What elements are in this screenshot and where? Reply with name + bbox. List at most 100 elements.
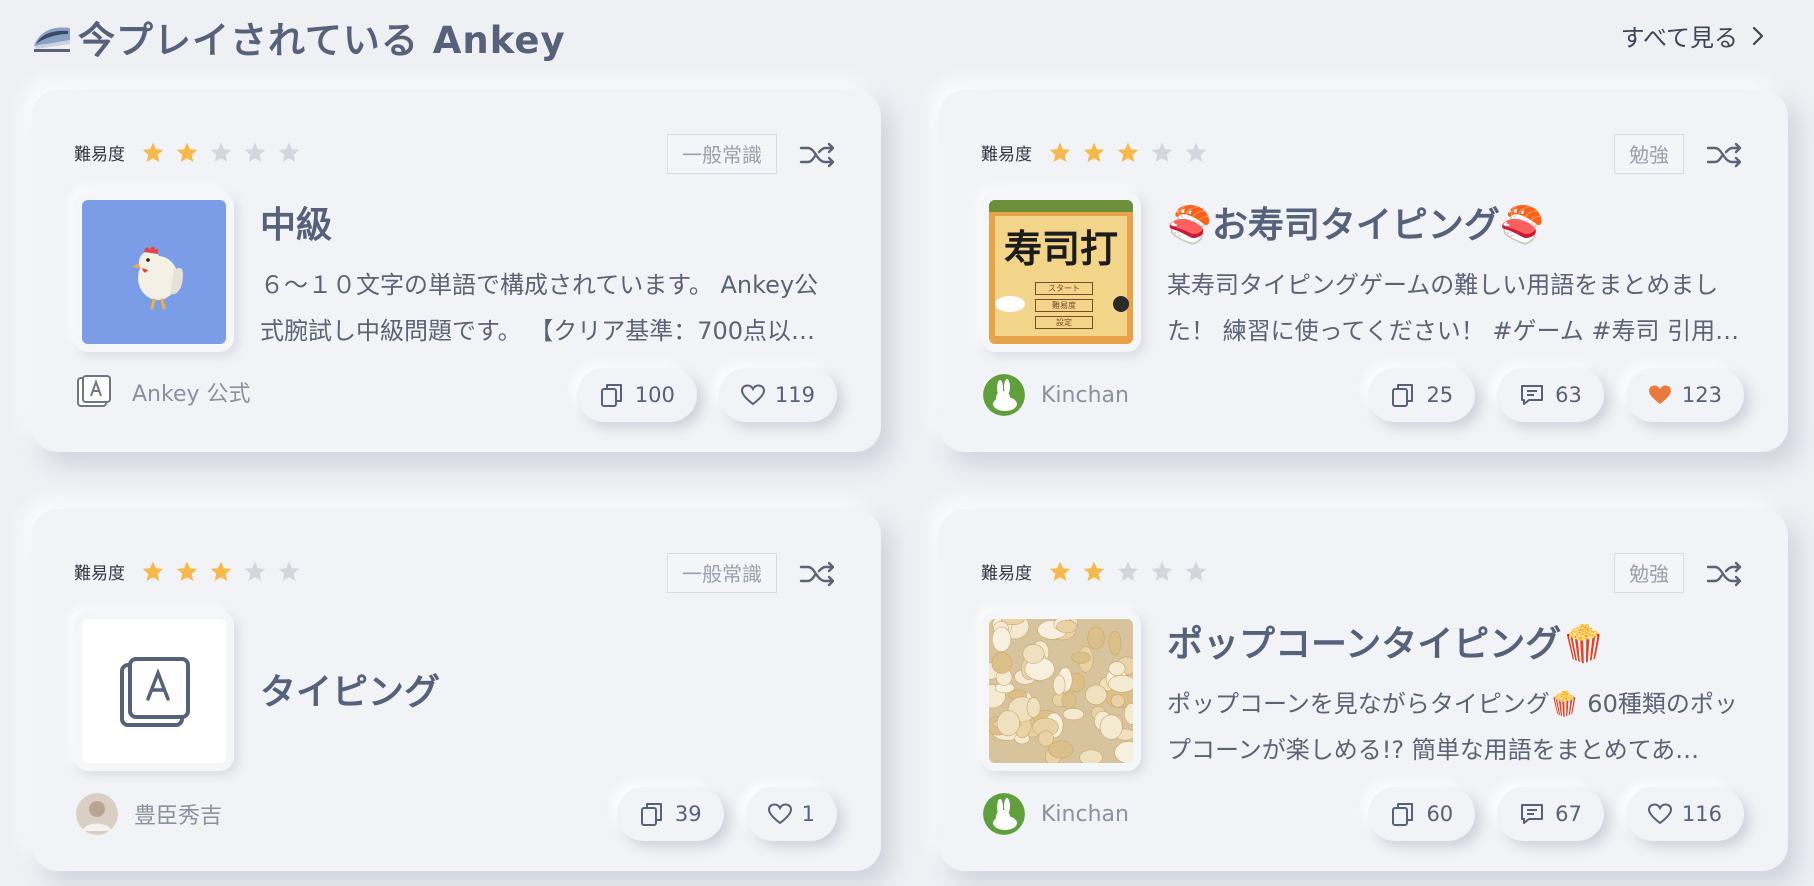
star-filled-icon	[142, 142, 164, 162]
comment-icon	[1521, 385, 1544, 405]
deck-thumbnail[interactable]	[74, 611, 234, 771]
rabbit-avatar-icon	[983, 793, 1025, 835]
shuffle-icon[interactable]	[1706, 140, 1744, 170]
thumb-top-band	[989, 200, 1133, 212]
stat-pills: 39 1	[595, 787, 837, 841]
deck-title[interactable]: 中級	[260, 196, 332, 248]
like-count: 1	[801, 802, 815, 826]
difficulty-stars	[141, 560, 311, 584]
deck-thumbnail[interactable]	[74, 192, 234, 352]
category-tag[interactable]: 勉強	[1614, 553, 1684, 593]
star-empty-icon	[1185, 142, 1207, 162]
stat-pills: 25 63 123	[1346, 368, 1744, 422]
shuffle-icon[interactable]	[1706, 559, 1744, 589]
author[interactable]: 豊臣秀吉	[76, 793, 222, 835]
copy-icon	[1392, 803, 1414, 826]
difficulty-stars	[1048, 141, 1218, 165]
shuffle-icon[interactable]	[799, 559, 837, 589]
category-tag[interactable]: 一般常識	[667, 553, 777, 593]
difficulty: 難易度	[981, 140, 1218, 165]
train-icon	[34, 27, 70, 52]
star-filled-icon	[1083, 561, 1105, 581]
copy-icon	[600, 384, 622, 407]
star-empty-icon	[1185, 561, 1207, 581]
deck-title[interactable]: ポップコーンタイピング🍿	[1167, 615, 1606, 667]
star-filled-icon	[142, 561, 164, 581]
comment-button[interactable]: 67	[1497, 787, 1604, 841]
section-header: 今プレイされている Ankey すべて見る	[32, 0, 1782, 68]
deck-card[interactable]: 難易度 勉強 ポップコーンタイピング🍿 ポップコーンを見ながらタイピング🍿 60…	[939, 509, 1788, 871]
comment-icon	[1521, 804, 1544, 824]
copy-count: 100	[634, 383, 675, 407]
copy-count-button[interactable]: 100	[576, 368, 697, 422]
deck-thumbnail[interactable]	[981, 611, 1141, 771]
author-name: Kinchan	[1041, 382, 1129, 408]
copy-count-button[interactable]: 39	[616, 787, 724, 841]
like-button[interactable]: 116	[1625, 787, 1744, 841]
see-all-label: すべて見る	[1620, 24, 1738, 52]
difficulty: 難易度	[981, 559, 1218, 584]
deck-card[interactable]: 難易度 一般常識 タイピング 豊臣秀吉 39 1	[32, 509, 881, 871]
star-filled-icon	[176, 142, 198, 162]
heart-icon	[1647, 803, 1672, 825]
like-count: 119	[774, 383, 815, 407]
copy-icon	[1392, 384, 1414, 407]
deck-card[interactable]: 難易度 勉強 寿司打 スタート 難易度 設定 🍣お寿司タイピング🍣 某寿司タイピ…	[939, 90, 1788, 452]
difficulty: 難易度	[74, 559, 311, 584]
avatar	[983, 793, 1025, 835]
author[interactable]: Kinchan	[983, 793, 1129, 835]
difficulty-stars	[141, 141, 311, 165]
comment-count: 67	[1555, 802, 1582, 826]
star-filled-icon	[176, 561, 198, 581]
difficulty-label: 難易度	[74, 564, 125, 584]
deck-thumbnail[interactable]: 寿司打 スタート 難易度 設定	[981, 192, 1141, 352]
stat-pills: 60 67 116	[1346, 787, 1744, 841]
copy-icon	[640, 803, 662, 826]
difficulty-label: 難易度	[74, 145, 125, 165]
author-name: Ankey 公式	[132, 382, 251, 407]
deck-description: ポップコーンを見ながらタイピング🍿 60種類のポップコーンが楽しめる!? 簡単な…	[1167, 690, 1738, 764]
copy-count-button[interactable]: 25	[1368, 368, 1476, 422]
star-filled-icon	[1049, 561, 1071, 581]
deck-description: 某寿司タイピングゲームの難しい用語をまとめました！ 練習に使ってください！ #ゲ…	[1167, 271, 1740, 345]
star-filled-icon	[1049, 142, 1071, 162]
ankey-key-icon	[77, 375, 111, 407]
heart-icon	[767, 803, 792, 825]
stat-pills: 100 119	[555, 368, 837, 422]
comment-button[interactable]: 63	[1497, 368, 1604, 422]
popcorn-photo	[989, 619, 1133, 763]
like-button[interactable]: 1	[745, 787, 837, 841]
comment-count: 63	[1555, 383, 1582, 407]
author[interactable]: Kinchan	[983, 374, 1129, 416]
star-empty-icon	[244, 142, 266, 162]
star-empty-icon	[210, 142, 232, 162]
sushi-roll	[1113, 296, 1129, 312]
star-empty-icon	[1151, 561, 1173, 581]
deck-description: ６〜１０文字の単語で構成されています。 Ankey公式腕試し中級問題です。 【ク…	[260, 271, 819, 345]
like-button[interactable]: 123	[1625, 368, 1744, 422]
like-count: 116	[1681, 802, 1722, 826]
ankey-key-icon	[120, 657, 190, 727]
see-all-link[interactable]: すべて見る	[1621, 18, 1764, 53]
deck-title[interactable]: 🍣お寿司タイピング🍣	[1167, 196, 1545, 248]
shuffle-icon[interactable]	[799, 140, 837, 170]
avatar	[983, 374, 1025, 416]
star-filled-icon	[210, 561, 232, 581]
deck-title[interactable]: タイピング	[260, 663, 440, 715]
category-tag[interactable]: 勉強	[1614, 134, 1684, 174]
star-filled-icon	[1083, 142, 1105, 162]
rooster-icon	[132, 246, 183, 310]
deck-card[interactable]: 難易度 一般常識 中級 ６〜１０文字の単語で構成されています。 Ankey公式腕…	[32, 90, 881, 452]
section-title-wrap: 今プレイされている Ankey	[32, 10, 566, 64]
author[interactable]: Ankey 公式	[76, 374, 251, 410]
category-tag[interactable]: 一般常識	[667, 134, 777, 174]
difficulty-stars	[1048, 560, 1218, 584]
copy-count: 60	[1426, 802, 1454, 826]
difficulty-label: 難易度	[981, 564, 1032, 584]
rabbit-avatar-icon	[983, 374, 1025, 416]
thumb-menu-difficulty: 難易度	[1035, 299, 1093, 312]
page-title: 今プレイされている Ankey	[78, 19, 566, 62]
user-photo-avatar	[76, 793, 118, 835]
like-button[interactable]: 119	[718, 368, 837, 422]
copy-count-button[interactable]: 60	[1368, 787, 1476, 841]
